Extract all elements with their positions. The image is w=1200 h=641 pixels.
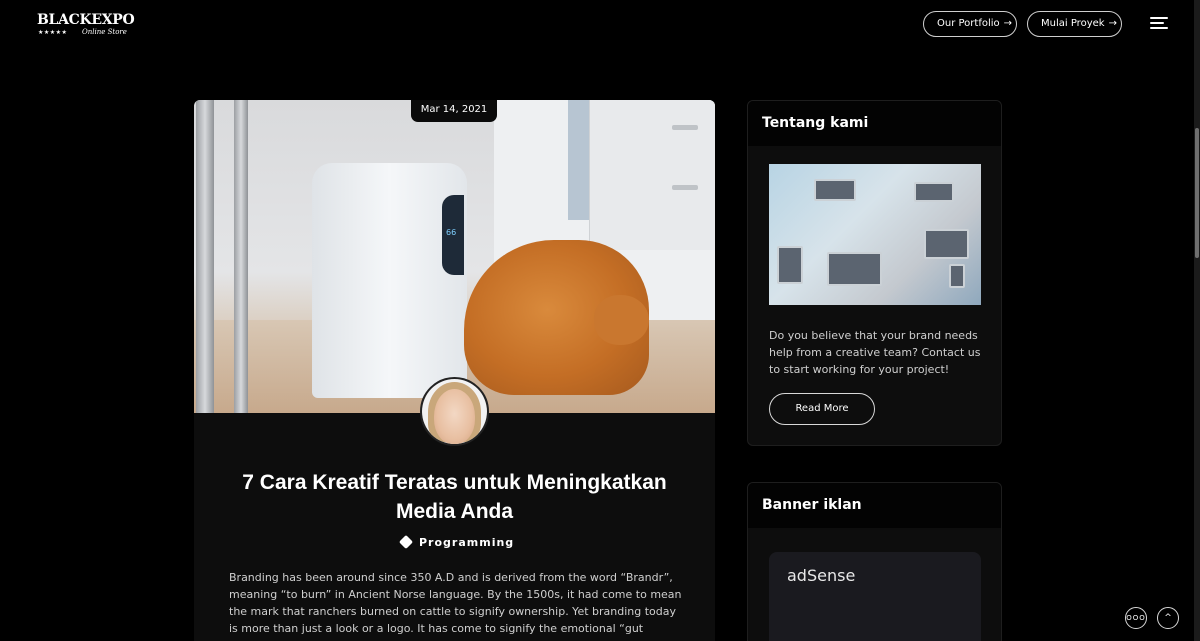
post-category-tag[interactable]: Programming bbox=[398, 534, 515, 552]
hamburger-menu-icon[interactable] bbox=[1150, 16, 1168, 31]
mulai-proyek-label: Mulai Proyek bbox=[1041, 18, 1105, 29]
post-excerpt: Branding has been around since 350 A.D a… bbox=[229, 571, 682, 641]
arrow-right-icon: → bbox=[1108, 18, 1117, 29]
chevron-up-icon[interactable]: ^ bbox=[1157, 607, 1179, 629]
post-card[interactable]: 66 Mar 14, 2021 7 Cara Kreatif Teratas u… bbox=[194, 100, 715, 641]
author-avatar[interactable] bbox=[420, 377, 489, 446]
logo-stars: ★★★★★ bbox=[38, 29, 68, 36]
post-date-badge: Mar 14, 2021 bbox=[411, 100, 497, 122]
tag-icon bbox=[398, 534, 414, 550]
about-text: Do you believe that your brand needs hel… bbox=[769, 329, 981, 376]
scrollbar-track[interactable] bbox=[1194, 0, 1200, 641]
adsense-placeholder[interactable]: adSense bbox=[769, 552, 981, 641]
logo-wordmark: BLACKEXPO bbox=[37, 12, 135, 28]
read-more-button[interactable]: Read More bbox=[769, 393, 875, 425]
about-image bbox=[769, 164, 981, 305]
arrow-right-icon: → bbox=[1003, 18, 1013, 29]
post-featured-image[interactable]: 66 bbox=[194, 100, 715, 413]
scrollbar-thumb[interactable] bbox=[1195, 128, 1199, 258]
post-title[interactable]: 7 Cara Kreatif Teratas untuk Meningkatka… bbox=[194, 468, 715, 526]
our-portfolio-label: Our Portfolio bbox=[937, 18, 1000, 29]
about-widget: Tentang kami Do you believe that your br… bbox=[747, 100, 1002, 446]
chat-bubble-icon[interactable]: OOO bbox=[1125, 607, 1147, 629]
our-portfolio-button[interactable]: Our Portfolio → bbox=[923, 11, 1017, 37]
post-category-label: Programming bbox=[419, 536, 515, 549]
site-logo[interactable]: BLACKEXPO ★★★★★ Online Store bbox=[37, 12, 135, 40]
device-display-reading: 66 bbox=[446, 228, 457, 237]
mulai-proyek-button[interactable]: Mulai Proyek → bbox=[1027, 11, 1122, 37]
banner-widget-title: Banner iklan bbox=[748, 483, 1001, 528]
logo-subtitle: Online Store bbox=[82, 28, 127, 36]
about-widget-title: Tentang kami bbox=[748, 101, 1001, 146]
banner-widget: Banner iklan adSense bbox=[747, 482, 1002, 641]
